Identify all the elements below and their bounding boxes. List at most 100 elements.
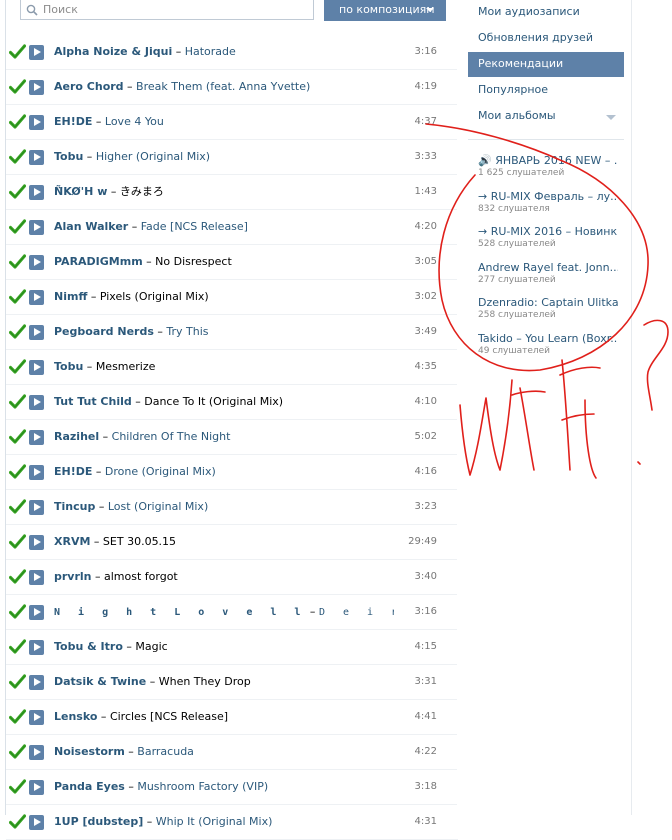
recommendation-title[interactable]: Andrew Rayel feat. Jonn...: [478, 261, 618, 274]
track-row[interactable]: Alan Walker – Fade [NCS Release] 4:20: [6, 210, 458, 245]
track-song[interactable]: Drone (Original Mix): [105, 465, 216, 478]
sidebar-nav-item[interactable]: Популярное: [468, 78, 624, 103]
track-row[interactable]: Razihel – Children Of The Night 5:02: [6, 420, 458, 455]
play-icon[interactable]: [29, 710, 44, 725]
track-row[interactable]: Panda Eyes – Mushroom Factory (VIP) 3:18: [6, 770, 458, 805]
track-row[interactable]: N i g h t L o v e l l – D e i r a c i t …: [6, 595, 458, 630]
recommendation-title[interactable]: Dzenradio: Captain Ulitka'...: [478, 296, 618, 309]
track-artist[interactable]: Lensko: [54, 710, 97, 723]
play-icon[interactable]: [29, 80, 44, 95]
track-row[interactable]: Pegboard Nerds – Try This 3:49: [6, 315, 458, 350]
recommendation-item[interactable]: → RU-MIX 2016 – Новинк... 528 слушателей: [478, 225, 618, 250]
track-song[interactable]: Barracuda: [137, 745, 194, 758]
track-artist[interactable]: Ñ̈KØ'H ᴡ: [54, 185, 107, 198]
recommendation-title[interactable]: 🔊 ЯНВАРЬ 2016 NEW – ...: [478, 154, 618, 167]
track-row[interactable]: PARADIGMmm – No Disrespect 3:05: [6, 245, 458, 280]
play-icon[interactable]: [29, 115, 44, 130]
track-song[interactable]: Mushroom Factory (VIP): [137, 780, 268, 793]
track-artist[interactable]: Tobu: [54, 360, 83, 373]
track-artist[interactable]: N i g h t L o v e l l: [54, 607, 306, 618]
track-artist[interactable]: Noisestorm: [54, 745, 125, 758]
search-input[interactable]: [20, 0, 314, 20]
track-row[interactable]: XRVM – SET 30.05.15 29:49: [6, 525, 458, 560]
track-song[interactable]: Hatorade: [185, 45, 236, 58]
play-icon[interactable]: [29, 640, 44, 655]
track-artist[interactable]: Tincup: [54, 500, 95, 513]
track-song[interactable]: きみまろ: [120, 185, 164, 198]
track-artist[interactable]: EH!DE: [54, 465, 92, 478]
track-song[interactable]: When They Drop: [159, 675, 251, 688]
track-song[interactable]: Lost (Original Mix): [108, 500, 208, 513]
play-icon[interactable]: [29, 325, 44, 340]
track-song[interactable]: Dance To It (Original Mix): [144, 395, 283, 408]
recommendation-item[interactable]: Dzenradio: Captain Ulitka'... 258 слушате…: [478, 296, 618, 321]
recommendation-title[interactable]: Takido – You Learn (Boxr...: [478, 332, 618, 345]
play-icon[interactable]: [29, 605, 44, 620]
play-icon[interactable]: [29, 150, 44, 165]
play-icon[interactable]: [29, 220, 44, 235]
recommendation-item[interactable]: Andrew Rayel feat. Jonn... 277 слушателей: [478, 261, 618, 286]
play-icon[interactable]: [29, 570, 44, 585]
track-row[interactable]: Ñ̈KØ'H ᴡ – きみまろ 1:43: [6, 175, 458, 210]
track-artist[interactable]: PARADIGMmm: [54, 255, 143, 268]
track-song[interactable]: D e i r a c i t y c e n ...: [319, 607, 394, 618]
recommendation-title[interactable]: → RU-MIX Февраль – лу...: [478, 190, 618, 203]
track-row[interactable]: Nimff – Pixels (Original Mix) 3:02: [6, 280, 458, 315]
track-row[interactable]: Datsik & Twine – When They Drop 3:31: [6, 665, 458, 700]
track-artist[interactable]: Pegboard Nerds: [54, 325, 154, 338]
track-artist[interactable]: Nimff: [54, 290, 87, 303]
track-song[interactable]: Whip It (Original Mix): [156, 815, 273, 828]
track-artist[interactable]: 1UP [dubstep]: [54, 815, 143, 828]
play-icon[interactable]: [29, 780, 44, 795]
track-song[interactable]: Pixels (Original Mix): [100, 290, 209, 303]
track-artist[interactable]: Panda Eyes: [54, 780, 125, 793]
track-artist[interactable]: Alan Walker: [54, 220, 128, 233]
track-song[interactable]: Magic: [135, 640, 167, 653]
recommendation-title[interactable]: → RU-MIX 2016 – Новинк...: [478, 225, 618, 238]
recommendation-item[interactable]: Takido – You Learn (Boxr... 49 слушателей: [478, 332, 618, 357]
track-song[interactable]: Fade [NCS Release]: [141, 220, 248, 233]
track-artist[interactable]: Tobu & Itro: [54, 640, 123, 653]
recommendation-item[interactable]: 🔊 ЯНВАРЬ 2016 NEW – ... 1 625 слушателей: [478, 154, 618, 179]
track-artist[interactable]: Aero Chord: [54, 80, 124, 93]
track-song[interactable]: Break Them (feat. Anna Yvette): [136, 80, 310, 93]
track-row[interactable]: EH!DE – Love 4 You 4:37: [6, 105, 458, 140]
track-row[interactable]: Lensko – Circles [NCS Release] 4:41: [6, 700, 458, 735]
track-artist[interactable]: Razihel: [54, 430, 99, 443]
search-mode-dropdown[interactable]: по композициям: [324, 0, 446, 21]
track-artist[interactable]: Tobu: [54, 150, 83, 163]
chevron-down-icon[interactable]: [606, 115, 616, 120]
track-row[interactable]: Tobu – Mesmerize 4:35: [6, 350, 458, 385]
play-icon[interactable]: [29, 465, 44, 480]
play-icon[interactable]: [29, 675, 44, 690]
track-song[interactable]: almost forgot: [104, 570, 178, 583]
track-song[interactable]: Circles [NCS Release]: [110, 710, 228, 723]
track-artist[interactable]: Tut Tut Child: [54, 395, 132, 408]
track-artist[interactable]: prvrln: [54, 570, 92, 583]
sidebar-nav-item[interactable]: Рекомендации: [468, 52, 624, 77]
track-row[interactable]: Tobu & Itro – Magic 4:15: [6, 630, 458, 665]
track-artist[interactable]: Datsik & Twine: [54, 675, 146, 688]
play-icon[interactable]: [29, 360, 44, 375]
play-icon[interactable]: [29, 395, 44, 410]
track-row[interactable]: Tut Tut Child – Dance To It (Original Mi…: [6, 385, 458, 420]
play-icon[interactable]: [29, 500, 44, 515]
track-song[interactable]: Try This: [166, 325, 208, 338]
play-icon[interactable]: [29, 815, 44, 830]
play-icon[interactable]: [29, 430, 44, 445]
recommendation-item[interactable]: → RU-MIX Февраль – лу... 832 слушателя: [478, 190, 618, 215]
track-row[interactable]: EH!DE – Drone (Original Mix) 4:16: [6, 455, 458, 490]
track-artist[interactable]: XRVM: [54, 535, 90, 548]
track-song[interactable]: No Disrespect: [155, 255, 232, 268]
track-row[interactable]: 1UP [dubstep] – Whip It (Original Mix) 4:…: [6, 805, 458, 840]
track-artist[interactable]: EH!DE: [54, 115, 92, 128]
play-icon[interactable]: [29, 185, 44, 200]
sidebar-nav-item[interactable]: Обновления друзей: [468, 26, 624, 51]
play-icon[interactable]: [29, 45, 44, 60]
track-row[interactable]: Noisestorm – Barracuda 4:22: [6, 735, 458, 770]
track-row[interactable]: Aero Chord – Break Them (feat. Anna Yvet…: [6, 70, 458, 105]
play-icon[interactable]: [29, 255, 44, 270]
track-row[interactable]: prvrln – almost forgot 3:40: [6, 560, 458, 595]
track-row[interactable]: Tincup – Lost (Original Mix) 3:23: [6, 490, 458, 525]
track-song[interactable]: Children Of The Night: [112, 430, 231, 443]
